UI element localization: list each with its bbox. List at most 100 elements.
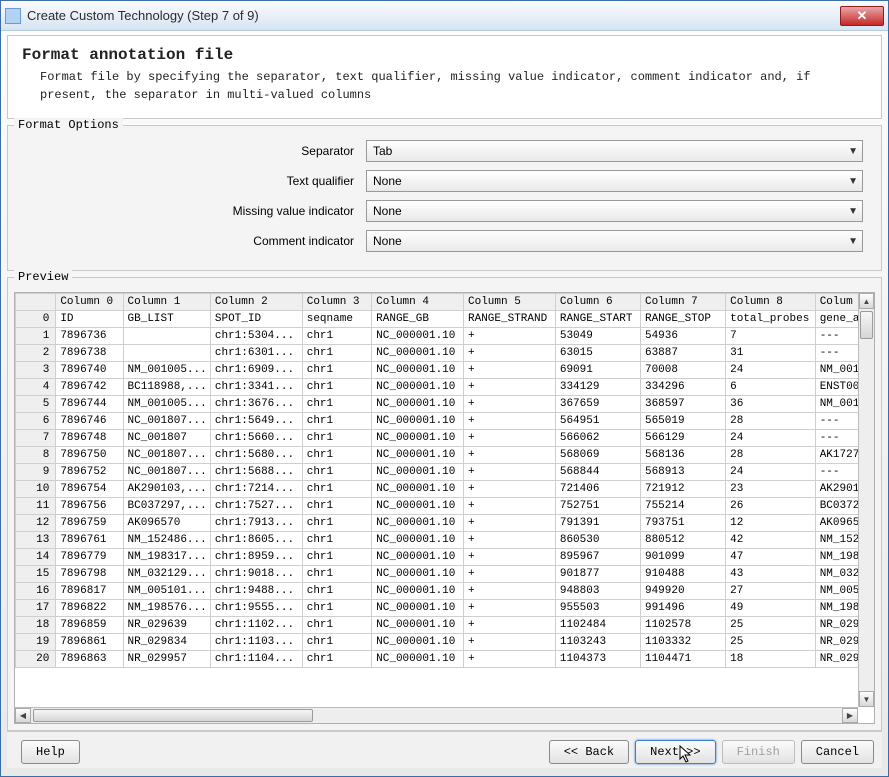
table-row[interactable]: 117896756BC037297,...chr1:7527...chr1NC_… [16,498,874,515]
vertical-scrollbar[interactable]: ▲ ▼ [858,293,874,707]
scroll-left-button[interactable]: ◀ [15,708,31,723]
separator-select[interactable]: Tab ▼ [366,140,863,162]
cell: 63015 [555,345,640,362]
row-number: 20 [16,651,56,668]
cell: NC_000001.10 [372,498,464,515]
cell: 1103332 [640,634,725,651]
cell: + [464,328,556,345]
cancel-button[interactable]: Cancel [801,740,874,764]
table-row[interactable]: 137896761NM_152486...chr1:8605...chr1NC_… [16,532,874,549]
content-area: Format annotation file Format file by sp… [1,31,888,776]
vscroll-thumb[interactable] [860,311,873,339]
col-header[interactable]: Column 7 [640,294,725,311]
help-button[interactable]: Help [21,740,80,764]
cell: 25 [726,634,816,651]
cell: NM_152486... [123,532,210,549]
titlebar: Create Custom Technology (Step 7 of 9) ✕ [1,1,888,31]
cell: chr1 [302,413,371,430]
cell: chr1:7527... [210,498,302,515]
next-button[interactable]: Next >> [635,740,715,764]
cell: 47 [726,549,816,566]
col-header[interactable]: Column 1 [123,294,210,311]
table-row[interactable]: 77896748NC_001807chr1:5660...chr1NC_0000… [16,430,874,447]
finish-button: Finish [722,740,795,764]
format-options-legend: Format Options [14,118,123,132]
row-number: 18 [16,617,56,634]
hscroll-thumb[interactable] [33,709,313,722]
table-row[interactable]: 177896822NM_198576...chr1:9555...chr1NC_… [16,600,874,617]
cell: 7896754 [56,481,123,498]
cell: NC_000001.10 [372,413,464,430]
cell: NC_000001.10 [372,481,464,498]
table-row[interactable]: 37896740NM_001005...chr1:6909...chr1NC_0… [16,362,874,379]
col-header[interactable]: Column 4 [372,294,464,311]
text-qualifier-label: Text qualifier [26,174,366,188]
cell: + [464,464,556,481]
col-header[interactable]: Column 8 [726,294,816,311]
cell: 1102578 [640,617,725,634]
cell: chr1 [302,464,371,481]
col-header[interactable]: Column 6 [555,294,640,311]
scroll-right-button[interactable]: ▶ [842,708,858,723]
cell: 7896817 [56,583,123,600]
missing-value-select[interactable]: None ▼ [366,200,863,222]
table-row[interactable]: 67896746NC_001807...chr1:5649...chr1NC_0… [16,413,874,430]
text-qualifier-select[interactable]: None ▼ [366,170,863,192]
cell: 7896798 [56,566,123,583]
table-row[interactable]: 207896863NR_029957chr1:1104...chr1NC_000… [16,651,874,668]
comment-indicator-select[interactable]: None ▼ [366,230,863,252]
table-row[interactable]: 127896759AK096570chr1:7913...chr1NC_0000… [16,515,874,532]
cell: RANGE_START [555,311,640,328]
table-row[interactable]: 0IDGB_LISTSPOT_IDseqnameRANGE_GBRANGE_ST… [16,311,874,328]
cell: 7896738 [56,345,123,362]
cell: chr1 [302,396,371,413]
comment-indicator-label: Comment indicator [26,234,366,248]
cell: chr1 [302,532,371,549]
horizontal-scrollbar[interactable]: ◀ ▶ [15,707,858,723]
table-row[interactable]: 167896817NM_005101...chr1:9488...chr1NC_… [16,583,874,600]
cell: 23 [726,481,816,498]
table-row[interactable]: 107896754AK290103,...chr1:7214...chr1NC_… [16,481,874,498]
scroll-down-button[interactable]: ▼ [859,691,874,707]
table-row[interactable]: 47896742BC118988,...chr1:3341...chr1NC_0… [16,379,874,396]
preview-group: Preview Column 0 Column 1 Column 2 Colum [7,277,882,731]
cell: BC037297,... [123,498,210,515]
col-header[interactable]: Column 5 [464,294,556,311]
scroll-up-button[interactable]: ▲ [859,293,874,309]
close-button[interactable]: ✕ [840,6,884,26]
cell: chr1 [302,328,371,345]
table-body: 0IDGB_LISTSPOT_IDseqnameRANGE_GBRANGE_ST… [16,311,874,668]
table-row[interactable]: 197896861NR_029834chr1:1103...chr1NC_000… [16,634,874,651]
col-header[interactable]: Column 2 [210,294,302,311]
cell: 7 [726,328,816,345]
cell: + [464,634,556,651]
hscroll-track[interactable] [31,708,842,723]
cell: NC_000001.10 [372,634,464,651]
cell: chr1 [302,447,371,464]
vscroll-track[interactable] [859,309,874,691]
back-button[interactable]: << Back [549,740,629,764]
option-row-missing-value: Missing value indicator None ▼ [26,200,863,222]
table-row[interactable]: 57896744NM_001005...chr1:3676...chr1NC_0… [16,396,874,413]
table-row[interactable]: 17896736chr1:5304...chr1NC_000001.10+530… [16,328,874,345]
cell: 568844 [555,464,640,481]
col-header[interactable]: Column 3 [302,294,371,311]
table-row[interactable]: 157896798NM_032129...chr1:9018...chr1NC_… [16,566,874,583]
cell: NC_000001.10 [372,464,464,481]
cell: RANGE_GB [372,311,464,328]
table-row[interactable]: 27896738chr1:6301...chr1NC_000001.10+630… [16,345,874,362]
row-number: 3 [16,362,56,379]
table-row[interactable]: 147896779NM_198317...chr1:8959...chr1NC_… [16,549,874,566]
cell: 880512 [640,532,725,549]
table-row[interactable]: 97896752NC_001807...chr1:5688...chr1NC_0… [16,464,874,481]
col-header[interactable]: Column 0 [56,294,123,311]
cell: 991496 [640,600,725,617]
cell: NC_000001.10 [372,617,464,634]
table-row[interactable]: 87896750NC_001807...chr1:5680...chr1NC_0… [16,447,874,464]
cell: + [464,430,556,447]
cell: 7896750 [56,447,123,464]
table-row[interactable]: 187896859NR_029639chr1:1102...chr1NC_000… [16,617,874,634]
cell: chr1 [302,498,371,515]
row-number: 12 [16,515,56,532]
cell: 28 [726,413,816,430]
